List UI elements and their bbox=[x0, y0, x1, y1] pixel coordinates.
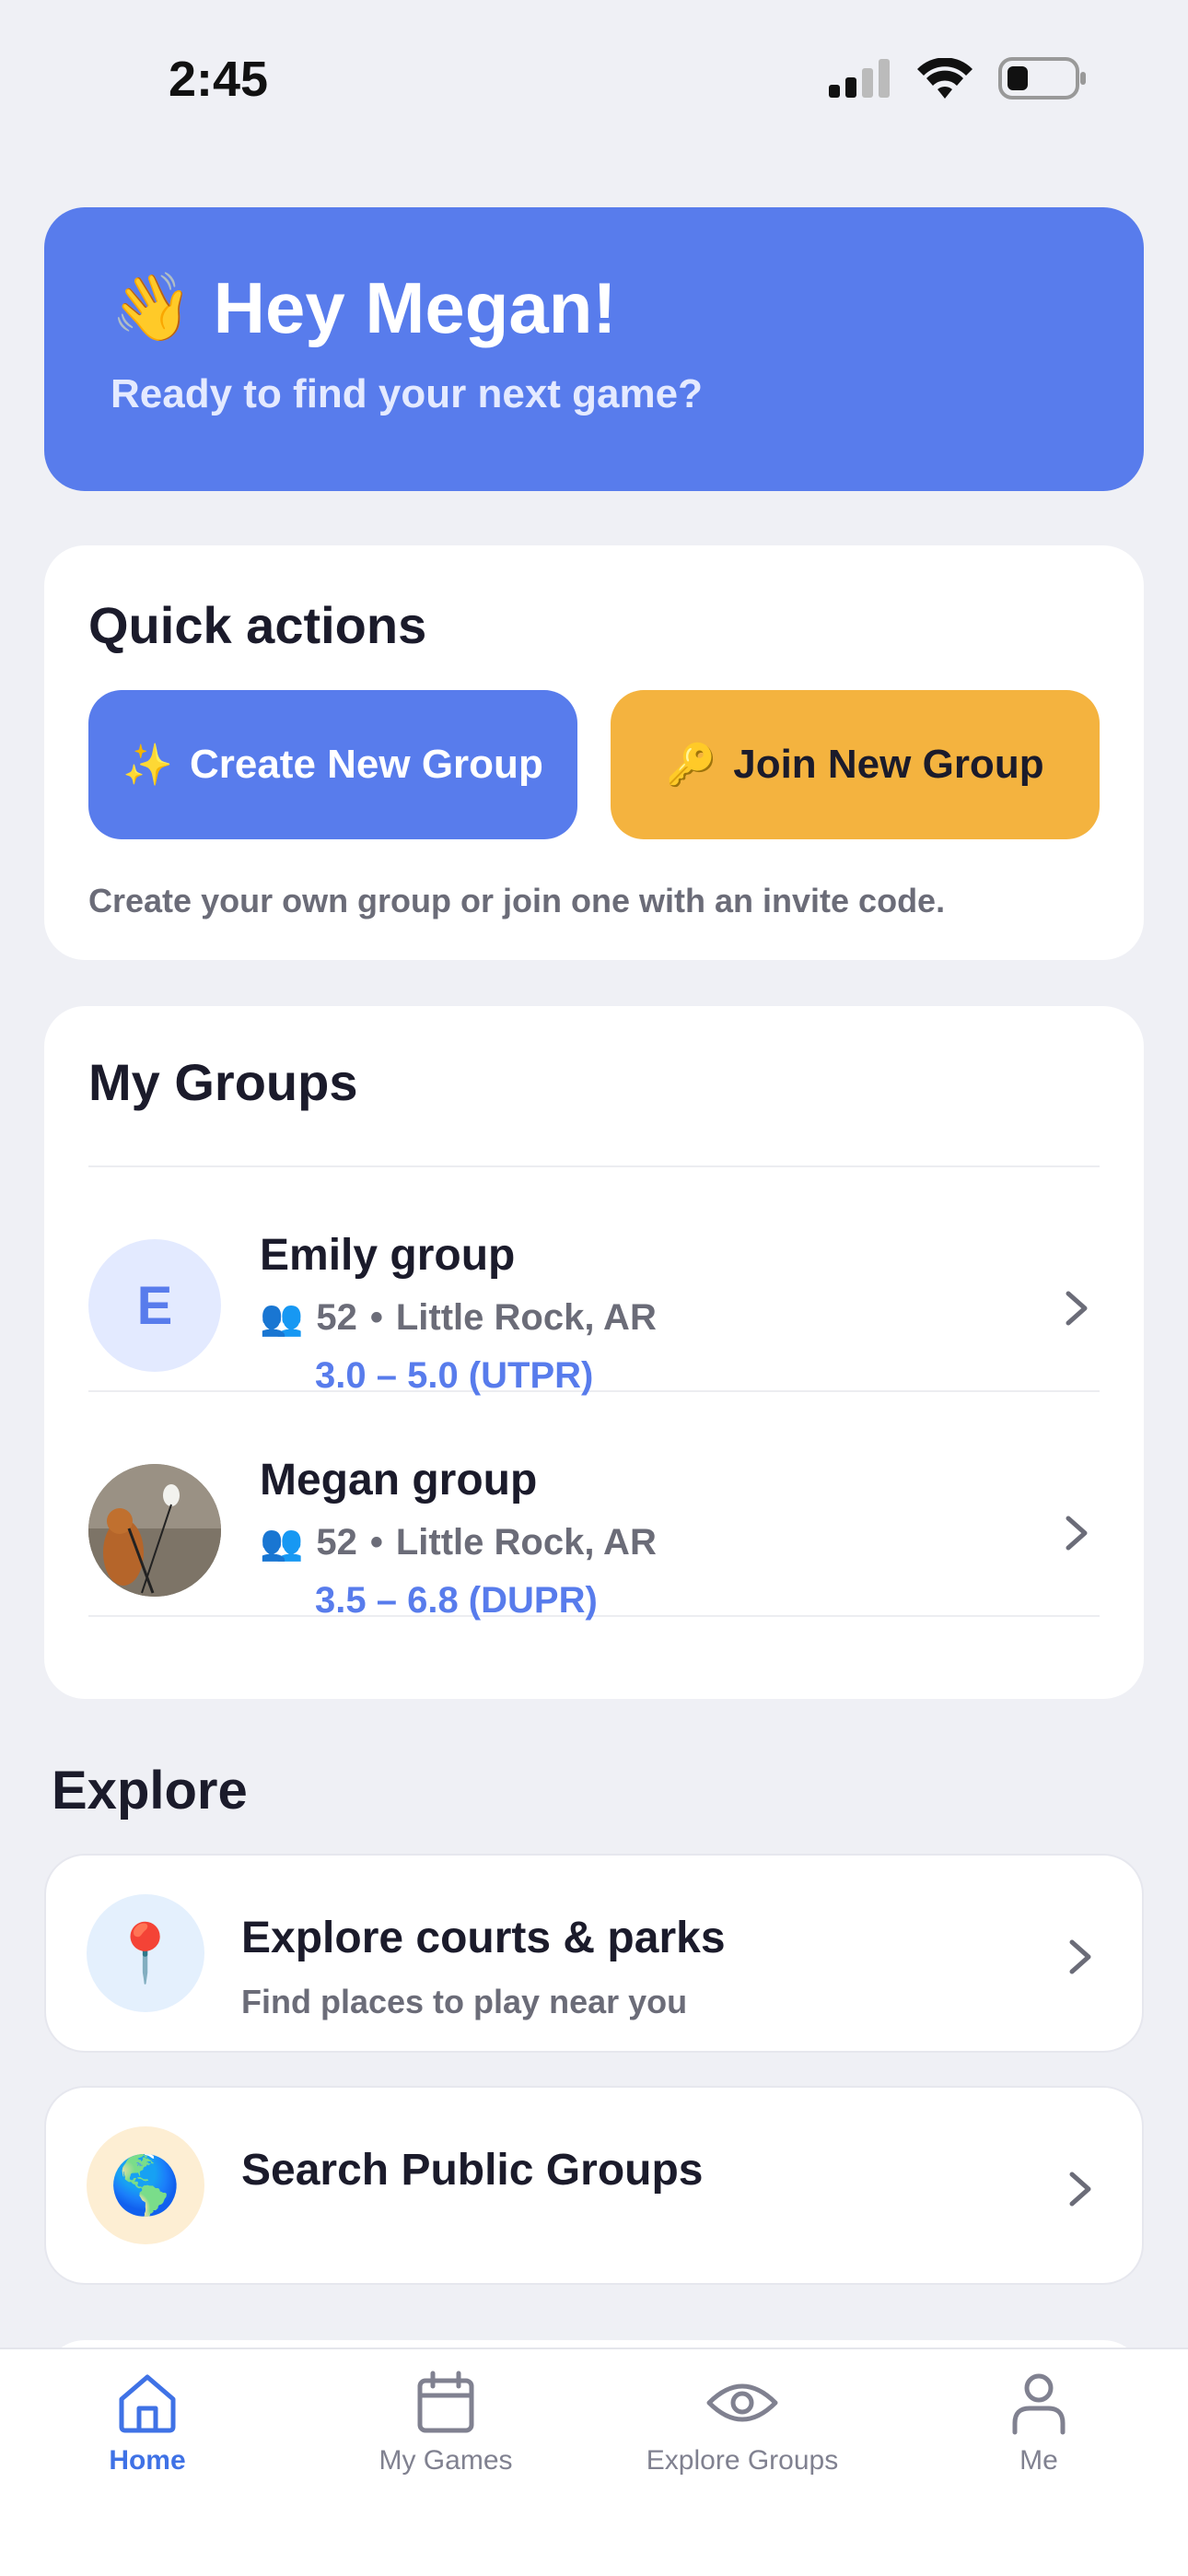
tab-me-label: Me bbox=[1019, 2445, 1058, 2476]
members-icon: 👥 bbox=[260, 1523, 304, 1563]
group-location: Little Rock, AR bbox=[395, 1522, 657, 1563]
location-pin-icon: 📍 bbox=[87, 1894, 204, 2012]
group-name: Megan group bbox=[260, 1456, 538, 1505]
eye-icon bbox=[706, 2383, 778, 2422]
quick-actions-hint: Create your own group or join one with a… bbox=[88, 882, 946, 919]
group-meta: 👥 52 • Little Rock, AR bbox=[260, 1297, 657, 1339]
my-groups-title: My Groups bbox=[88, 1053, 358, 1111]
explore-courts-subtitle: Find places to play near you bbox=[241, 1983, 688, 2020]
members-icon: 👥 bbox=[260, 1298, 304, 1338]
member-count: 52 bbox=[316, 1297, 357, 1338]
rating-range: 3.5 – 6.8 (DUPR) bbox=[315, 1580, 598, 1621]
tab-explore-groups[interactable]: Explore Groups bbox=[604, 2370, 880, 2476]
tab-home-label: Home bbox=[109, 2445, 186, 2476]
tab-my-games[interactable]: My Games bbox=[308, 2370, 584, 2476]
group-row-megan[interactable]: Megan group 👥 52 • Little Rock, AR 3.5 –… bbox=[88, 1392, 1100, 1621]
search-public-groups-title: Search Public Groups bbox=[241, 2146, 704, 2195]
join-new-group-label: Join New Group bbox=[733, 742, 1044, 787]
status-icons bbox=[829, 57, 1087, 100]
chevron-right-icon bbox=[1066, 1291, 1088, 1326]
member-count: 52 bbox=[316, 1522, 357, 1563]
calendar-icon bbox=[417, 2371, 474, 2433]
group-location: Little Rock, AR bbox=[395, 1297, 657, 1338]
tab-explore-groups-label: Explore Groups bbox=[646, 2445, 839, 2476]
group-name: Emily group bbox=[260, 1231, 516, 1280]
group-row-emily[interactable]: E Emily group 👥 52 • Little Rock, AR 3.0… bbox=[88, 1167, 1100, 1396]
group-info: Megan group 👥 52 • Little Rock, AR 3.5 –… bbox=[260, 1455, 657, 1622]
my-groups-card: My Groups E Emily group 👥 52 • Little Ro… bbox=[44, 1006, 1144, 1699]
bottom-tab-bar: Home My Games Explore Groups Me bbox=[0, 2348, 1188, 2576]
explore-section-title: Explore bbox=[52, 1761, 248, 1821]
groups-list: E Emily group 👥 52 • Little Rock, AR 3.0… bbox=[88, 1165, 1100, 1621]
tab-home[interactable]: Home bbox=[9, 2370, 285, 2476]
chevron-right-icon bbox=[1066, 1516, 1088, 1551]
welcome-heading: Hey Megan! bbox=[213, 267, 617, 348]
rating-range: 3.0 – 5.0 (UTPR) bbox=[315, 1355, 594, 1396]
meta-separator: • bbox=[369, 1297, 383, 1338]
group-avatar-initial: E bbox=[88, 1239, 221, 1372]
waving-hand-icon: 👋 bbox=[111, 271, 193, 345]
create-new-group-label: Create New Group bbox=[189, 742, 543, 787]
globe-icon: 🌎 bbox=[87, 2126, 204, 2244]
welcome-title: 👋 Hey Megan! bbox=[111, 272, 1077, 344]
key-icon: 🔑 bbox=[666, 743, 717, 788]
sparkles-icon: ✨ bbox=[122, 743, 173, 788]
explore-courts-card[interactable]: 📍 Explore courts & parks Find places to … bbox=[44, 1854, 1144, 2053]
person-icon bbox=[1012, 2373, 1066, 2435]
battery-icon bbox=[998, 57, 1086, 100]
tab-my-games-label: My Games bbox=[379, 2445, 513, 2476]
cellular-signal-icon bbox=[829, 59, 890, 98]
group-info: Emily group 👥 52 • Little Rock, AR 3.0 –… bbox=[260, 1230, 657, 1397]
home-icon bbox=[119, 2374, 176, 2433]
create-new-group-button[interactable]: ✨ Create New Group bbox=[88, 690, 577, 839]
chevron-right-icon bbox=[1069, 2172, 1091, 2207]
group-meta: 👥 52 • Little Rock, AR bbox=[260, 1522, 657, 1563]
meta-separator: • bbox=[369, 1522, 383, 1563]
quick-actions-title: Quick actions bbox=[88, 596, 427, 654]
status-bar: 2:45 bbox=[0, 0, 1188, 157]
welcome-subtitle: Ready to find your next game? bbox=[111, 371, 703, 416]
chevron-right-icon bbox=[1069, 1939, 1091, 1974]
search-public-groups-card[interactable]: 🌎 Search Public Groups bbox=[44, 2086, 1144, 2285]
wifi-icon bbox=[917, 58, 973, 99]
status-time: 2:45 bbox=[169, 52, 269, 107]
dog-photo-icon bbox=[88, 1464, 221, 1597]
quick-actions-buttons: ✨ Create New Group 🔑 Join New Group bbox=[88, 690, 1100, 839]
tab-me[interactable]: Me bbox=[901, 2370, 1177, 2476]
group-avatar-photo bbox=[88, 1464, 221, 1597]
welcome-banner: 👋 Hey Megan! Ready to find your next gam… bbox=[44, 207, 1144, 491]
quick-actions-card: Quick actions ✨ Create New Group 🔑 Join … bbox=[44, 545, 1144, 960]
explore-courts-title: Explore courts & parks bbox=[241, 1914, 726, 1962]
join-new-group-button[interactable]: 🔑 Join New Group bbox=[611, 690, 1100, 839]
